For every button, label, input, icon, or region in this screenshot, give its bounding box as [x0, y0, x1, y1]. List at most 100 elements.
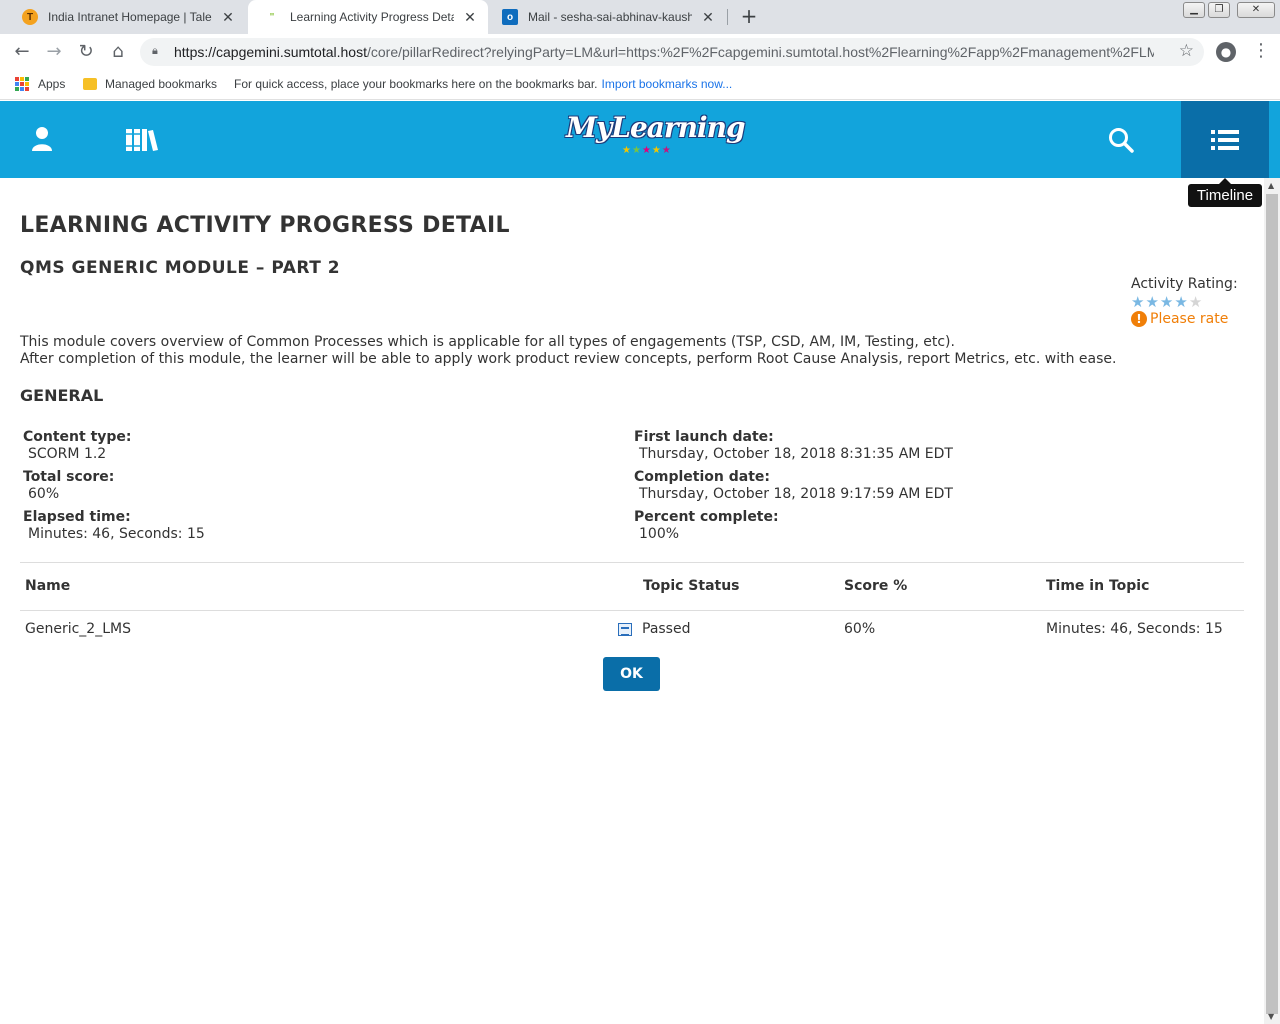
tab-learning-activity[interactable]: ʺ Learning Activity Progress Detail ✕: [248, 0, 488, 34]
column-header-score: Score %: [844, 578, 908, 594]
please-rate-link[interactable]: ! Please rate: [1131, 311, 1251, 327]
percent-complete-value: 100%: [639, 526, 680, 542]
close-tab-icon[interactable]: ✕: [462, 9, 478, 26]
row-status: Passed: [618, 621, 690, 637]
completion-date-value: Thursday, October 18, 2018 9:17:59 AM ED…: [639, 486, 953, 502]
window-close-button[interactable]: ✕: [1237, 2, 1275, 18]
tab-mail[interactable]: o Mail - sesha-sai-abhinav-kaushal ✕: [486, 0, 726, 34]
scorm-topic-icon[interactable]: [618, 622, 632, 636]
bookmark-star-icon[interactable]: ☆: [1179, 41, 1194, 61]
apps-shortcut[interactable]: Apps: [15, 77, 65, 91]
percent-complete-label: Percent complete:: [634, 509, 779, 525]
star-icon[interactable]: ★: [1131, 293, 1145, 311]
url-text[interactable]: https://capgemini.sumtotal.host/core/pil…: [174, 44, 1154, 60]
sumtotal-favicon-icon: ʺ: [269, 11, 275, 23]
section-divider: [20, 562, 1244, 563]
rating-stars[interactable]: ★★★★★: [1131, 293, 1251, 311]
first-launch-value: Thursday, October 18, 2018 8:31:35 AM ED…: [639, 446, 953, 462]
import-bookmarks-link[interactable]: Import bookmarks now...: [602, 77, 733, 91]
completion-date-label: Completion date:: [634, 469, 771, 485]
please-rate-text: Please rate: [1150, 311, 1229, 327]
browser-menu-icon[interactable]: ⋮: [1252, 40, 1270, 61]
percent-complete-field: Percent complete: 100%: [634, 509, 779, 543]
timeline-tooltip: Timeline: [1188, 178, 1262, 207]
module-description: This module covers overview of Common Pr…: [20, 334, 1244, 368]
managed-bookmarks-folder[interactable]: Managed bookmarks: [83, 77, 217, 91]
forward-button[interactable]: →: [42, 40, 66, 64]
elapsed-time-label: Elapsed time:: [23, 509, 131, 525]
elapsed-time-field: Elapsed time: Minutes: 46, Seconds: 15: [23, 509, 205, 543]
bookmarks-hint-text: For quick access, place your bookmarks h…: [234, 77, 598, 91]
url-path: /core/pillarRedirect?relyingParty=LM&url…: [367, 44, 1154, 60]
search-icon[interactable]: [1108, 127, 1134, 153]
reload-button[interactable]: ↻: [74, 40, 98, 64]
tab-separator: [727, 9, 728, 25]
star-icon[interactable]: ★: [1160, 293, 1174, 311]
app-header: MyLearning ★★★★★: [0, 101, 1280, 178]
first-launch-label: First launch date:: [634, 429, 774, 445]
address-bar[interactable]: 🔒︎ https://capgemini.sumtotal.host/core/…: [140, 38, 1204, 66]
logo-stars-icon: ★★★★★: [622, 145, 672, 156]
close-tab-icon[interactable]: ✕: [700, 9, 716, 26]
description-line: After completion of this module, the lea…: [20, 351, 1117, 367]
library-books-icon[interactable]: [124, 125, 160, 153]
minimize-button[interactable]: ▁: [1183, 2, 1205, 18]
logo-text: MyLearning: [566, 111, 746, 144]
row-name: Generic_2_LMS: [25, 621, 131, 637]
close-tab-icon[interactable]: ✕: [220, 9, 236, 26]
browser-toolbar: ← → ↻ ⌂ 🔒︎ https://capgemini.sumtotal.ho…: [0, 34, 1280, 70]
list-icon: [1211, 129, 1239, 150]
row-status-text: Passed: [642, 621, 691, 637]
column-header-topic-status: Topic Status: [643, 578, 740, 594]
general-heading: GENERAL: [20, 386, 104, 405]
content-type-field: Content type: SCORM 1.2: [23, 429, 132, 463]
content-type-label: Content type:: [23, 429, 132, 445]
page-title: LEARNING ACTIVITY PROGRESS DETAIL: [20, 213, 510, 238]
account-icon[interactable]: ●: [1216, 42, 1236, 62]
tab-title: Mail - sesha-sai-abhinav-kaushal: [528, 10, 692, 24]
folder-icon: [83, 78, 97, 90]
tab-title: Learning Activity Progress Detail: [290, 10, 454, 24]
star-icon[interactable]: ★: [1189, 293, 1203, 311]
talent-favicon-icon: T: [22, 9, 38, 25]
bookmarks-bar: Apps Managed bookmarks For quick access,…: [0, 70, 1280, 100]
column-header-name: Name: [25, 578, 71, 594]
rating-label: Activity Rating:: [1131, 276, 1238, 292]
apps-label: Apps: [38, 77, 66, 91]
back-button[interactable]: ←: [10, 40, 34, 64]
mylearning-logo[interactable]: MyLearning ★★★★★: [566, 111, 746, 157]
scroll-up-icon[interactable]: ▲: [1268, 181, 1274, 190]
managed-bookmarks-label: Managed bookmarks: [105, 77, 218, 91]
star-icon[interactable]: ★: [1145, 293, 1159, 311]
column-header-time: Time in Topic: [1046, 578, 1150, 594]
browser-tab-bar: T India Intranet Homepage | Talent ✕ ʺ L…: [0, 0, 1280, 34]
total-score-value: 60%: [28, 486, 60, 502]
table-header-divider: [20, 610, 1244, 611]
home-button[interactable]: ⌂: [106, 40, 130, 64]
ok-button[interactable]: OK: [603, 657, 660, 691]
apps-grid-icon: [15, 77, 29, 91]
restore-button[interactable]: ❐: [1208, 2, 1230, 18]
url-host: https://capgemini.sumtotal.host: [174, 44, 367, 60]
profile-icon[interactable]: [30, 125, 54, 153]
total-score-field: Total score: 60%: [23, 469, 114, 503]
outlook-favicon-icon: o: [502, 9, 518, 25]
elapsed-time-value: Minutes: 46, Seconds: 15: [28, 526, 205, 542]
description-line: This module covers overview of Common Pr…: [20, 334, 955, 350]
star-icon[interactable]: ★: [1174, 293, 1188, 311]
total-score-label: Total score:: [23, 469, 115, 485]
warning-icon: !: [1131, 311, 1147, 327]
vertical-scrollbar[interactable]: ▲ ▼: [1264, 178, 1280, 1024]
timeline-button[interactable]: [1181, 101, 1269, 178]
completion-date-field: Completion date: Thursday, October 18, 2…: [634, 469, 953, 503]
tab-title: India Intranet Homepage | Talent: [48, 10, 212, 24]
tab-intranet[interactable]: T India Intranet Homepage | Talent ✕: [6, 0, 246, 34]
activity-rating: Activity Rating: ★★★★★ ! Please rate: [1131, 276, 1251, 327]
scroll-down-icon[interactable]: ▼: [1268, 1012, 1274, 1021]
bookmarks-hint: For quick access, place your bookmarks h…: [234, 77, 732, 91]
new-tab-button[interactable]: +: [738, 6, 760, 28]
content-type-value: SCORM 1.2: [28, 446, 107, 462]
row-time: Minutes: 46, Seconds: 15: [1046, 621, 1223, 637]
first-launch-field: First launch date: Thursday, October 18,…: [634, 429, 953, 463]
scrollbar-thumb[interactable]: [1266, 194, 1278, 1014]
